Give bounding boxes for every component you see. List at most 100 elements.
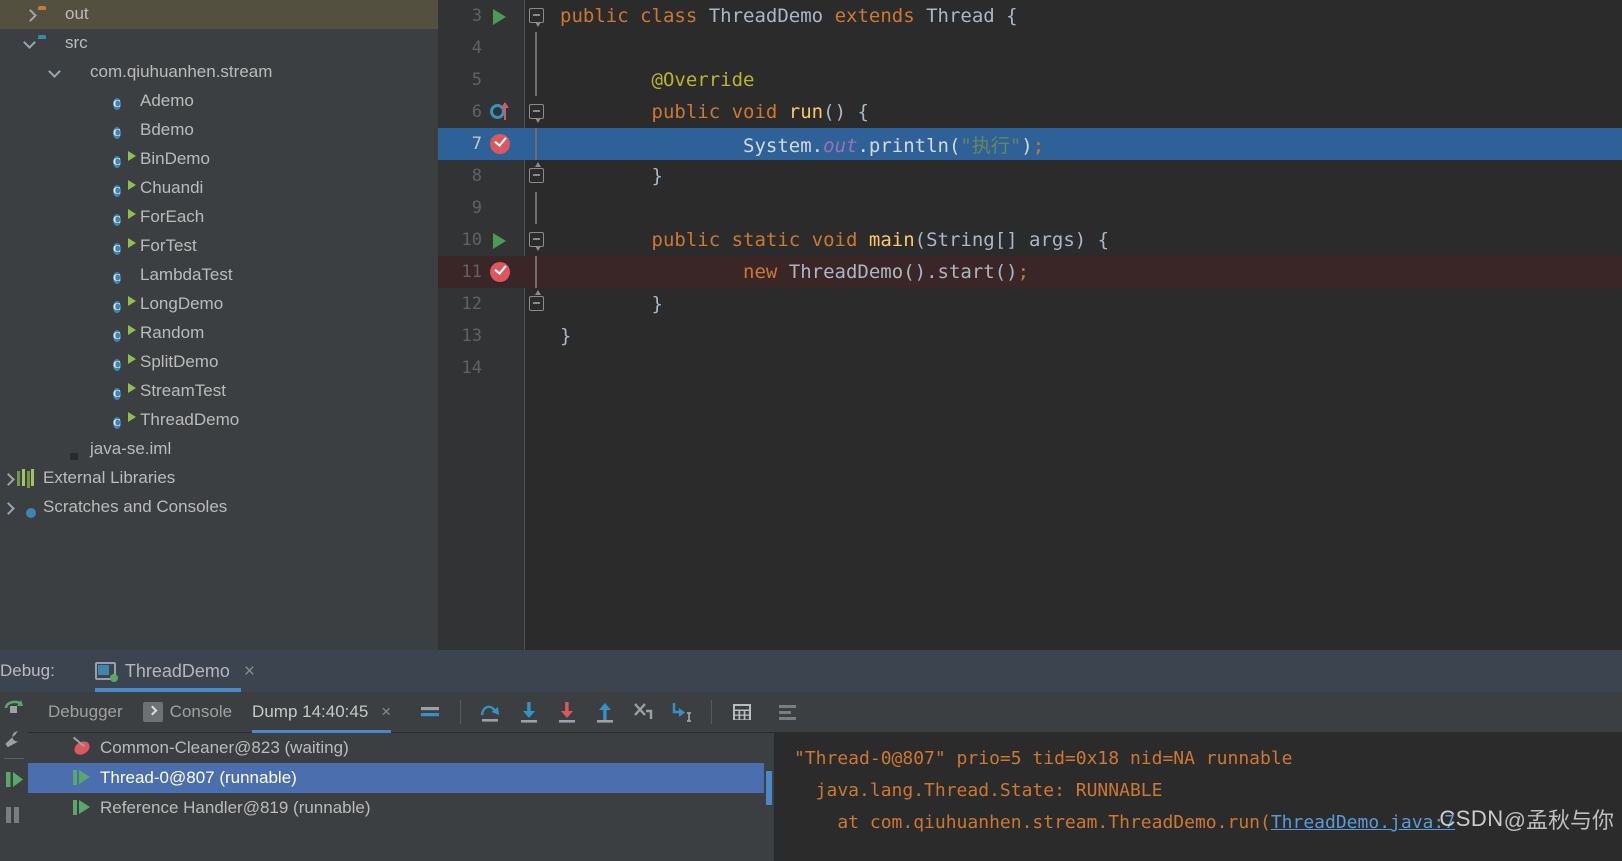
fold-expanded-icon[interactable] (529, 104, 544, 123)
chevron-right-icon[interactable] (22, 7, 38, 23)
code-text[interactable]: public void run() { (550, 101, 1622, 123)
code-text[interactable]: public static void main(String[] args) { (550, 229, 1622, 251)
code-line-5[interactable]: 5 @Override (438, 64, 1622, 96)
tree-item-chuandi[interactable]: C Chuandi (0, 174, 438, 203)
fold-slot[interactable] (524, 160, 550, 192)
fold-slot[interactable] (524, 32, 550, 64)
gutter-slot[interactable] (484, 128, 524, 160)
gutter-slot[interactable] (484, 224, 524, 256)
chevron-right-icon[interactable] (0, 500, 16, 516)
code-text[interactable]: System.out.println("执行"); (550, 131, 1622, 158)
gutter-slot[interactable] (484, 352, 524, 384)
code-line-8[interactable]: 8 } (438, 160, 1622, 192)
code-line-9[interactable]: 9 (438, 192, 1622, 224)
thread-dump-detail[interactable]: "Thread-0@807" prio=5 tid=0x18 nid=NA ru… (774, 733, 1622, 861)
fold-expanded-icon[interactable] (529, 8, 544, 27)
breakpoint-verified-icon[interactable] (490, 134, 510, 154)
tree-item-com-qiuhuanhen-stream[interactable]: com.qiuhuanhen.stream (0, 58, 438, 87)
close-icon[interactable]: × (381, 702, 391, 722)
code-text[interactable]: } (550, 293, 1622, 315)
debug-subtab-debugger[interactable]: Debugger (48, 692, 123, 733)
debug-tool-window[interactable]: Debug: ThreadDemo × Debugger Console Dum… (0, 650, 1622, 861)
fold-end-icon[interactable] (529, 162, 544, 183)
fold-slot[interactable] (524, 192, 550, 224)
gutter-slot[interactable] (484, 32, 524, 64)
fold-expanded-icon[interactable] (529, 232, 544, 251)
thread-list-item[interactable]: Thread-0@807 (runnable) (28, 763, 764, 793)
code-text[interactable]: } (550, 325, 1622, 347)
fold-slot[interactable] (524, 352, 550, 384)
fold-slot[interactable] (524, 0, 550, 32)
debug-subtabs[interactable]: Debugger Console Dump 14:40:45 × (28, 692, 392, 733)
panel-splitter[interactable] (764, 733, 774, 861)
thread-list-item[interactable]: Common-Cleaner@823 (waiting) (28, 733, 764, 763)
tree-item-scratches-and-consoles[interactable]: Scratches and Consoles (0, 493, 438, 522)
debug-subtab-bar[interactable]: Debugger Console Dump 14:40:45 × (28, 692, 1622, 733)
code-line-10[interactable]: 10 public static void main(String[] args… (438, 224, 1622, 256)
thread-list[interactable]: Common-Cleaner@823 (waiting) Thread-0@807… (28, 733, 764, 861)
pause-program-icon[interactable] (3, 768, 25, 790)
tree-item-java-se-iml[interactable]: java-se.iml (0, 435, 438, 464)
code-line-3[interactable]: 3 public class ThreadDemo extends Thread … (438, 0, 1622, 32)
tree-item-ademo[interactable]: C Ademo (0, 87, 438, 116)
fold-slot[interactable] (524, 224, 550, 256)
code-line-13[interactable]: 13} (438, 320, 1622, 352)
run-gutter-icon[interactable] (493, 9, 506, 25)
tree-item-splitdemo[interactable]: C SplitDemo (0, 348, 438, 377)
tree-item-threaddemo[interactable]: C ThreadDemo (0, 406, 438, 435)
close-icon[interactable]: × (244, 662, 255, 681)
debug-left-rail[interactable] (0, 692, 28, 861)
fold-slot[interactable] (524, 256, 550, 288)
debug-subtab-dump-14-40-45[interactable]: Dump 14:40:45 × (252, 692, 392, 733)
step-over-icon[interactable] (478, 699, 504, 725)
code-line-12[interactable]: 12 } (438, 288, 1622, 320)
tree-item-bindemo[interactable]: C BinDemo (0, 145, 438, 174)
project-tree-panel[interactable]: out src com.qiuhuanhen.stream C Ademo C Bdemo C… (0, 0, 438, 650)
drop-frame-icon[interactable] (630, 699, 656, 725)
code-text[interactable]: } (550, 165, 1622, 187)
tree-item-bdemo[interactable]: C Bdemo (0, 116, 438, 145)
tree-item-lambdatest[interactable]: C LambdaTest (0, 261, 438, 290)
fold-slot[interactable] (524, 128, 550, 160)
code-line-6[interactable]: 6 public void run() { (438, 96, 1622, 128)
code-lines-container[interactable]: 3 public class ThreadDemo extends Thread … (438, 0, 1622, 384)
resume-program-icon[interactable] (3, 696, 25, 718)
fold-slot[interactable] (524, 96, 550, 128)
code-line-14[interactable]: 14 (438, 352, 1622, 384)
tree-item-streamtest[interactable]: C StreamTest (0, 377, 438, 406)
source-link[interactable]: ThreadDemo.java:7 (1271, 812, 1455, 833)
gutter-slot[interactable] (484, 96, 524, 128)
code-text[interactable]: @Override (550, 69, 1622, 91)
tree-item-foreach[interactable]: C ForEach (0, 203, 438, 232)
chevron-down-icon[interactable] (22, 36, 38, 52)
thread-list-item[interactable]: Reference Handler@819 (runnable) (28, 793, 764, 823)
gutter-slot[interactable] (484, 160, 524, 192)
tree-item-out[interactable]: out (0, 0, 438, 29)
breakpoint-verified-icon[interactable] (490, 262, 510, 282)
fold-slot[interactable] (524, 320, 550, 352)
evaluate-expression-icon[interactable] (729, 699, 755, 725)
chevron-down-icon[interactable] (47, 65, 63, 81)
fold-slot[interactable] (524, 64, 550, 96)
debug-session-tab[interactable]: ThreadDemo × (94, 650, 255, 692)
tree-item-external-libraries[interactable]: External Libraries (0, 464, 438, 493)
threads-view-icon[interactable] (3, 804, 25, 826)
settings-icon[interactable] (775, 699, 801, 725)
debug-subtab-console[interactable]: Console (142, 692, 232, 733)
gutter-slot[interactable] (484, 64, 524, 96)
fold-end-icon[interactable] (529, 290, 544, 311)
gutter-slot[interactable] (484, 0, 524, 32)
code-text[interactable]: public class ThreadDemo extends Thread { (550, 5, 1622, 27)
gutter-slot[interactable] (484, 256, 524, 288)
gutter-slot[interactable] (484, 192, 524, 224)
code-editor[interactable]: 3 public class ThreadDemo extends Thread … (438, 0, 1622, 650)
code-text[interactable]: new ThreadDemo().start(); (550, 261, 1622, 283)
override-method-icon[interactable] (490, 102, 509, 120)
settings-wrench-icon[interactable] (3, 728, 25, 750)
tree-item-longdemo[interactable]: C LongDemo (0, 290, 438, 319)
run-to-cursor-icon[interactable] (668, 699, 694, 725)
tree-item-fortest[interactable]: C ForTest (0, 232, 438, 261)
force-step-into-icon[interactable] (554, 699, 580, 725)
tree-item-src[interactable]: src (0, 29, 438, 58)
mute-breakpoints-icon[interactable] (417, 699, 443, 725)
